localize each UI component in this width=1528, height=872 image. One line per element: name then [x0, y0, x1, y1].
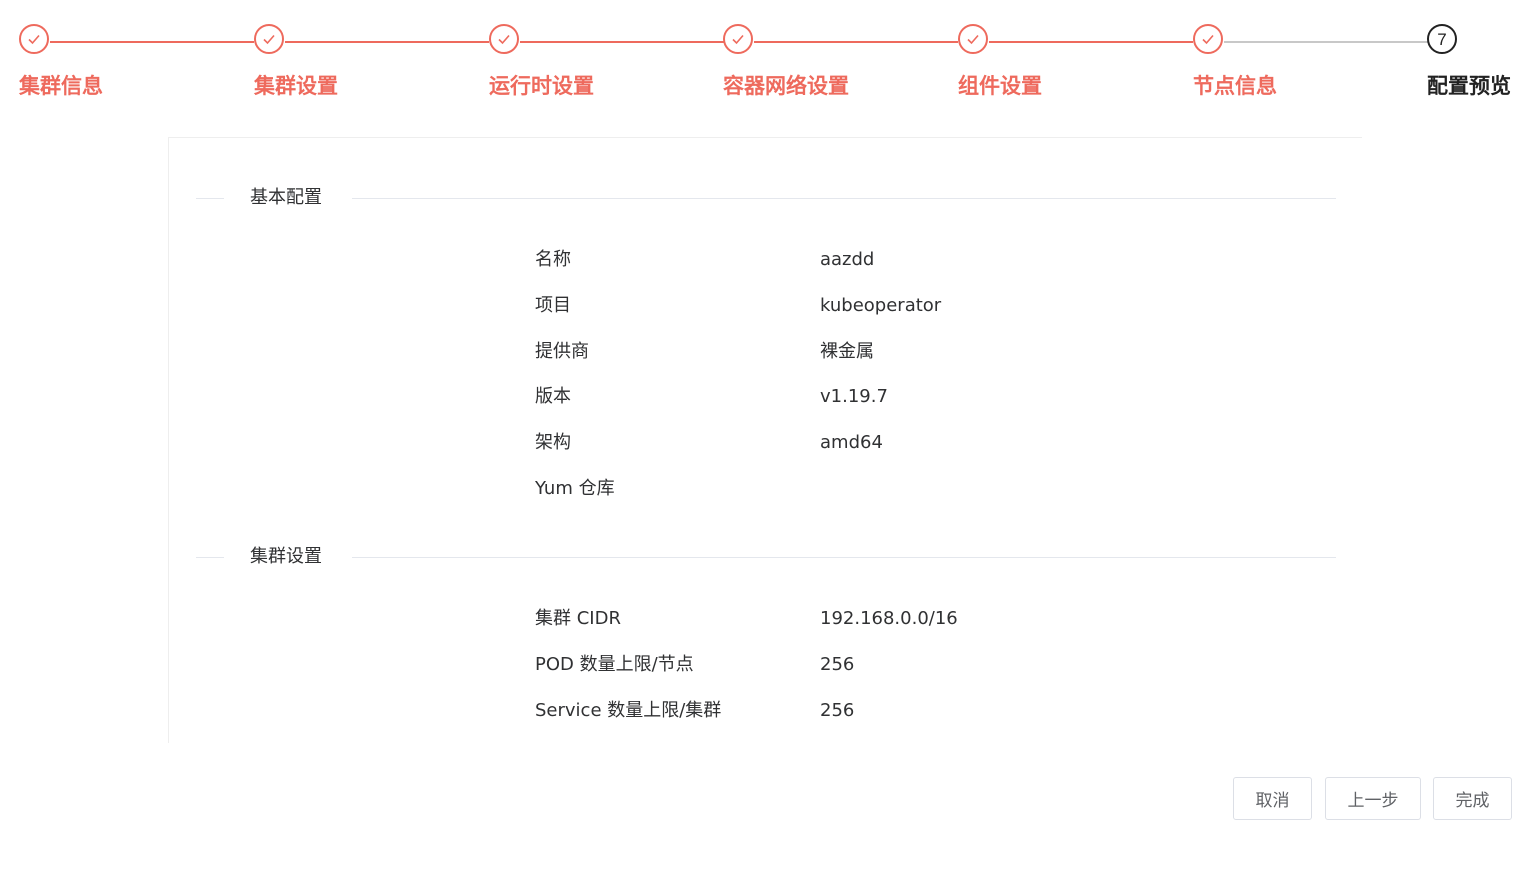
detail-key: 集群 CIDR: [535, 608, 621, 629]
detail-value: 裸金属: [820, 341, 874, 362]
check-icon: [1193, 24, 1223, 54]
detail-key: 名称: [535, 249, 571, 270]
detail-value: amd64: [820, 432, 883, 453]
check-icon: [958, 24, 988, 54]
cancel-button[interactable]: 取消: [1233, 777, 1312, 820]
check-icon: [19, 24, 49, 54]
steps-bar: 集群信息 集群设置 运行时设置 容器网络设置 组件设置 节点信息 7 配置预览: [0, 0, 1528, 110]
check-icon: [254, 24, 284, 54]
step-label: 集群信息: [19, 74, 103, 98]
detail-key: 项目: [535, 295, 571, 316]
detail-value: 256: [820, 700, 855, 721]
detail-row-arch: 架构 amd64: [535, 431, 1235, 455]
divider-line: [352, 557, 1336, 558]
detail-row-provider: 提供商 裸金属: [535, 340, 1235, 364]
detail-key: POD 数量上限/节点: [535, 654, 694, 675]
check-icon: [489, 24, 519, 54]
detail-key: 提供商: [535, 341, 589, 362]
step-connector: [754, 41, 958, 43]
detail-row-yum-repo: Yum 仓库: [535, 477, 1235, 501]
section-divider-cluster: 集群设置: [196, 547, 1336, 567]
step-label: 节点信息: [1193, 74, 1277, 98]
detail-row-name: 名称 aazdd: [535, 248, 1235, 272]
detail-row-version: 版本 v1.19.7: [535, 385, 1235, 409]
detail-key: 架构: [535, 432, 571, 453]
detail-value: v1.19.7: [820, 386, 888, 407]
section-title: 集群设置: [250, 546, 322, 567]
detail-row-service-limit: Service 数量上限/集群 256: [535, 699, 1235, 723]
detail-value: 256: [820, 654, 855, 675]
detail-value: kubeoperator: [820, 295, 942, 316]
step-label: 集群设置: [254, 74, 338, 98]
divider-line: [352, 198, 1336, 199]
detail-row-pod-limit: POD 数量上限/节点 256: [535, 653, 1235, 677]
step-connector: [989, 41, 1193, 43]
detail-key: Service 数量上限/集群: [535, 700, 722, 721]
section-divider-basic: 基本配置: [196, 188, 1336, 208]
divider-line: [196, 198, 224, 199]
detail-row-project: 项目 kubeoperator: [535, 294, 1235, 318]
step-connector: [520, 41, 724, 43]
check-icon: [723, 24, 753, 54]
finish-button[interactable]: 完成: [1433, 777, 1512, 820]
section-title: 基本配置: [250, 187, 322, 208]
detail-value: 192.168.0.0/16: [820, 608, 958, 629]
step-label: 容器网络设置: [723, 74, 849, 98]
detail-value: aazdd: [820, 249, 875, 270]
step-connector: [1224, 41, 1428, 43]
detail-key: 版本: [535, 386, 571, 407]
step-connector: [285, 41, 489, 43]
step-number-badge: 7: [1427, 24, 1457, 54]
divider-line: [196, 557, 224, 558]
step-connector: [50, 41, 254, 43]
step-label: 组件设置: [958, 74, 1042, 98]
detail-row-cluster-cidr: 集群 CIDR 192.168.0.0/16: [535, 607, 1235, 631]
step-label: 运行时设置: [489, 74, 594, 98]
detail-key: Yum 仓库: [535, 478, 615, 499]
config-preview-card: 基本配置 名称 aazdd 项目 kubeoperator 提供商 裸金属 版本…: [168, 137, 1362, 743]
step-label: 配置预览: [1427, 74, 1511, 98]
step-number: 7: [1437, 29, 1447, 49]
previous-step-button[interactable]: 上一步: [1325, 777, 1421, 820]
